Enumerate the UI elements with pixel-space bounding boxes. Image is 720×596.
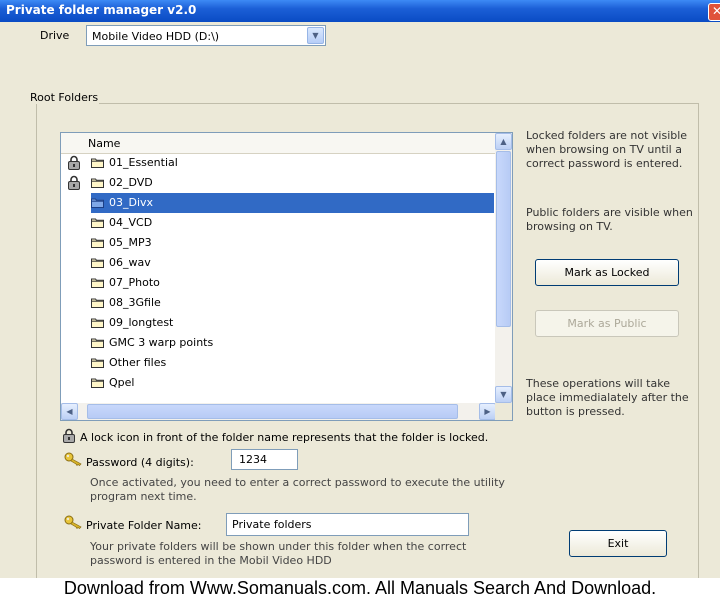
scroll-left-button[interactable]: ◀ <box>61 403 78 420</box>
mark-locked-button[interactable]: Mark as Locked <box>535 259 679 286</box>
window-title: Private folder manager v2.0 <box>6 3 197 17</box>
folder-list[interactable]: Name 01_Essential 02_DVD 03_Divx 04_VCD 05_M… <box>60 132 513 421</box>
password-note: Once activated, you need to enter a corr… <box>90 476 505 503</box>
horizontal-scrollbar[interactable]: ◀ ▶ <box>61 403 496 420</box>
folder-icon <box>91 317 104 328</box>
folder-icon <box>91 237 104 248</box>
private-folder-label: Private Folder Name: <box>86 519 202 532</box>
drive-label: Drive <box>40 29 70 42</box>
folder-name: 02_DVD <box>109 176 153 189</box>
horizontal-scroll-thumb[interactable] <box>87 404 458 419</box>
drive-value: Mobile Video HDD (D:\) <box>92 30 220 43</box>
folder-row[interactable]: GMC 3 warp points <box>61 333 496 353</box>
scroll-right-button[interactable]: ▶ <box>479 403 496 420</box>
folder-icon <box>91 277 104 288</box>
folder-name: 06_wav <box>109 256 151 269</box>
folder-name: 01_Essential <box>109 156 178 169</box>
scroll-up-button[interactable]: ▲ <box>495 133 512 150</box>
folder-icon <box>91 257 104 268</box>
vertical-scroll-thumb[interactable] <box>496 151 511 327</box>
folder-row[interactable]: 01_Essential <box>61 153 496 173</box>
password-input[interactable]: 1234 <box>231 449 298 470</box>
folder-icon <box>91 297 104 308</box>
folder-icon <box>91 197 104 208</box>
folder-name: 09_longtest <box>109 316 174 329</box>
folder-row[interactable]: 04_VCD <box>61 213 496 233</box>
key-icon <box>64 515 82 529</box>
folder-row[interactable]: 06_wav <box>61 253 496 273</box>
chevron-down-icon[interactable]: ▼ <box>307 27 324 44</box>
private-folder-note: Your private folders will be shown under… <box>90 540 467 567</box>
column-header-name[interactable]: Name <box>61 133 496 154</box>
lock-icon <box>67 155 81 170</box>
folder-row[interactable]: Qpel <box>61 373 496 393</box>
folder-icon <box>91 177 104 188</box>
close-button[interactable]: ✕ <box>708 3 720 21</box>
folder-icon <box>91 377 104 388</box>
folder-name: 08_3Gfile <box>109 296 161 309</box>
scroll-down-button[interactable]: ▼ <box>495 386 512 403</box>
exit-button[interactable]: Exit <box>569 530 667 557</box>
folder-name: 04_VCD <box>109 216 153 229</box>
folder-row[interactable]: Other files <box>61 353 496 373</box>
folder-name: 03_Divx <box>109 196 154 209</box>
folder-name: Qpel <box>109 376 135 389</box>
vertical-scrollbar[interactable]: ▲ ▼ <box>495 133 512 403</box>
folder-icon <box>91 217 104 228</box>
folder-row[interactable]: 05_MP3 <box>61 233 496 253</box>
drive-select[interactable]: Mobile Video HDD (D:\) ▼ <box>86 25 326 46</box>
folder-icon <box>91 357 104 368</box>
root-folders-label: Root Folders <box>29 91 100 104</box>
folder-icon <box>91 337 104 348</box>
locked-info-text: Locked folders are not visible when brow… <box>526 129 688 170</box>
folder-row[interactable]: 08_3Gfile <box>61 293 496 313</box>
mark-public-button[interactable]: Mark as Public <box>535 310 679 337</box>
folder-name: Other files <box>109 356 167 369</box>
folder-name: 07_Photo <box>109 276 160 289</box>
operations-info-text: These operations will take place immedia… <box>526 377 689 418</box>
title-bar[interactable]: Private folder manager v2.0 ✕ <box>0 0 720 22</box>
folder-name: 05_MP3 <box>109 236 152 249</box>
key-icon <box>64 452 82 466</box>
public-info-text: Public folders are visible when browsing… <box>526 206 693 233</box>
folder-icon <box>91 157 104 168</box>
folder-name: GMC 3 warp points <box>109 336 214 349</box>
password-label: Password (4 digits): <box>86 456 194 469</box>
folder-row[interactable]: 02_DVD <box>61 173 496 193</box>
lock-icon <box>67 175 81 190</box>
lock-icon <box>63 428 75 443</box>
private-folder-input[interactable]: Private folders <box>226 513 469 536</box>
folder-row[interactable]: 03_Divx <box>61 193 496 213</box>
lock-legend-text: A lock icon in front of the folder name … <box>80 431 489 444</box>
folder-row[interactable]: 07_Photo <box>61 273 496 293</box>
footer-watermark: Download from Www.Somanuals.com. All Man… <box>0 578 720 596</box>
scroll-corner <box>495 403 512 420</box>
folder-row[interactable]: 09_longtest <box>61 313 496 333</box>
dialog-window: Private folder manager v2.0 ✕ Drive Mobi… <box>0 0 720 580</box>
